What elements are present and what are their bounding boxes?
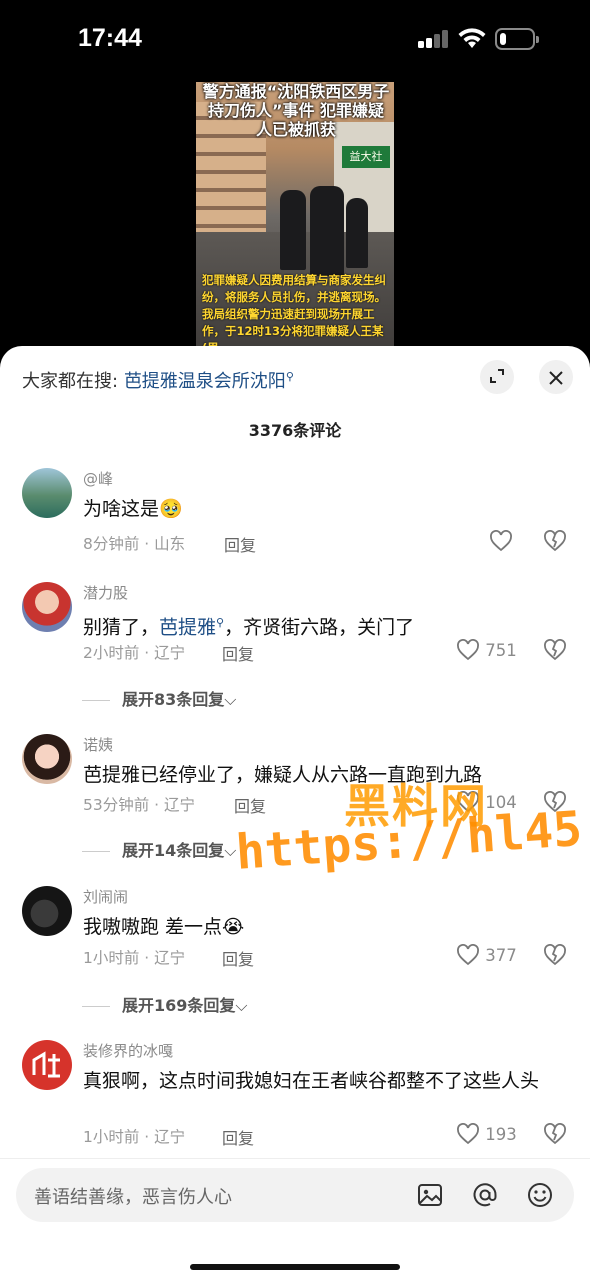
- heart-icon: [457, 639, 479, 661]
- comment-text: 真狠啊，这点时间我媳妇在王者峡谷都整不了这些人头: [83, 1070, 540, 1092]
- comment-meta: 1小时前 · 辽宁: [83, 1128, 186, 1146]
- dislike-button[interactable]: [543, 944, 567, 970]
- heart-icon: [457, 944, 479, 966]
- video-person: [310, 186, 344, 276]
- comment-sheet: 大家都在搜: 芭提雅温泉会所沈阳⚲ 3376条评论 @峰 为啥这是🥹 8分钟前 …: [0, 346, 590, 1280]
- video-subtitle: 犯罪嫌疑人因费用结算与商家发生纠纷，将服务人员扎伤，并逃离现场。我局组织警力迅速…: [202, 273, 386, 350]
- broken-heart-icon: [544, 944, 566, 966]
- video-caption: 警方通报“沈阳铁西区男子持刀伤人”事件 犯罪嫌疑人已被抓获: [202, 82, 390, 139]
- emoji: 🥹: [159, 498, 183, 520]
- comment-text-body: 别猜了，: [83, 616, 160, 639]
- expand-replies-button[interactable]: 展开83条回复⌵: [82, 686, 236, 710]
- trending-search-keyword[interactable]: 芭提雅温泉会所沈阳: [124, 371, 286, 392]
- like-count: 193: [485, 1125, 517, 1144]
- divider: [0, 1158, 590, 1159]
- dislike-button[interactable]: [543, 1123, 567, 1149]
- comment-input[interactable]: 善语结善缘，恶言伤人心: [16, 1168, 574, 1222]
- expand-replies-button[interactable]: 展开14条回复⌵: [82, 837, 236, 861]
- like-count: 104: [485, 793, 517, 812]
- video-player[interactable]: 益大社 警方通报“沈阳铁西区男子持刀伤人”事件 犯罪嫌疑人已被抓获 犯罪嫌疑人因…: [196, 82, 394, 350]
- battery-icon: [495, 28, 539, 50]
- comment-count: 3376条评论: [248, 421, 342, 440]
- chevron-down-icon: ⌵: [224, 690, 237, 709]
- comment-username[interactable]: @峰: [83, 468, 113, 489]
- expand-replies-label: 展开14条回复: [122, 841, 225, 860]
- comment-meta: 2小时前 · 辽宁: [83, 644, 186, 662]
- close-button[interactable]: [539, 360, 573, 394]
- video-person: [280, 190, 306, 270]
- like-count: 377: [485, 946, 517, 965]
- home-indicator[interactable]: [190, 1264, 400, 1270]
- search-icon: ⚲: [285, 370, 294, 383]
- avatar[interactable]: [22, 582, 72, 632]
- dislike-button[interactable]: [543, 791, 567, 817]
- wifi-icon: [458, 28, 486, 48]
- battery-level: [500, 33, 506, 45]
- reply-button[interactable]: 回复: [222, 641, 254, 665]
- comment-meta: 1小时前 · 辽宁: [83, 949, 186, 967]
- chevron-down-icon: ⌵: [235, 996, 248, 1015]
- reply-button[interactable]: 回复: [224, 532, 256, 556]
- broken-heart-icon: [544, 530, 566, 552]
- search-icon: ⚲: [216, 616, 225, 629]
- close-icon: [549, 371, 563, 385]
- heart-icon: [457, 1123, 479, 1145]
- like-button[interactable]: 104: [456, 791, 517, 813]
- comment-text-body: ，齐贤街六路，关门了: [224, 616, 415, 639]
- avatar[interactable]: [22, 468, 72, 518]
- mention-icon[interactable]: [471, 1181, 499, 1209]
- reply-button[interactable]: 回复: [222, 1125, 254, 1149]
- broken-heart-icon: [544, 1123, 566, 1145]
- comment-meta: 53分钟前 · 辽宁: [83, 796, 196, 814]
- dislike-button[interactable]: [543, 530, 567, 556]
- comment-keyword-link[interactable]: 芭提雅: [159, 616, 216, 638]
- chevron-down-icon: ⌵: [224, 841, 237, 860]
- comment-username[interactable]: 刘闹闹: [83, 886, 128, 907]
- image-icon[interactable]: [416, 1181, 444, 1209]
- comment-meta: 8分钟前 · 山东: [83, 535, 186, 553]
- avatar[interactable]: [22, 1040, 72, 1090]
- like-button[interactable]: 193: [456, 1123, 517, 1145]
- emoji: 😭: [222, 916, 245, 938]
- trending-search-label: 大家都在搜:: [22, 371, 119, 392]
- expand-icon: [490, 369, 504, 383]
- reply-button[interactable]: 回复: [234, 793, 266, 817]
- expand-replies-label: 展开83条回复: [122, 690, 225, 709]
- video-person: [346, 198, 368, 268]
- comment-text: 芭提雅已经停业了，嫌疑人从六路一直跑到九路: [83, 764, 483, 786]
- broken-heart-icon: [544, 791, 566, 813]
- comment-username[interactable]: 诺姨: [83, 734, 113, 755]
- avatar[interactable]: [22, 886, 72, 936]
- status-bar: 17:44: [0, 0, 590, 80]
- like-button[interactable]: 751: [456, 639, 517, 661]
- video-shop-sign: 益大社: [342, 146, 390, 168]
- comment-text-body: 为啥这是: [83, 498, 160, 520]
- expand-replies-label: 展开169条回复: [122, 996, 236, 1015]
- comment-username[interactable]: 装修界的冰嘎: [83, 1040, 173, 1061]
- heart-icon: [457, 791, 479, 813]
- like-button[interactable]: 377: [456, 944, 517, 966]
- heart-icon: [490, 530, 512, 552]
- status-time: 17:44: [78, 24, 142, 52]
- avatar[interactable]: [22, 734, 72, 784]
- comment-input-placeholder: 善语结善缘，恶言伤人心: [34, 1187, 232, 1208]
- expand-sheet-button[interactable]: [480, 360, 514, 394]
- comment-text: 为啥这是🥹: [83, 495, 563, 523]
- trending-search[interactable]: 大家都在搜: 芭提雅温泉会所沈阳⚲: [22, 367, 294, 393]
- comment-username[interactable]: 潜力股: [83, 582, 128, 603]
- signal-icon: [418, 30, 450, 48]
- broken-heart-icon: [544, 639, 566, 661]
- dislike-button[interactable]: [543, 639, 567, 665]
- expand-replies-button[interactable]: 展开169条回复⌵: [82, 992, 248, 1016]
- like-count: 751: [485, 641, 517, 660]
- comment-text: 别猜了，芭提雅⚲，齐贤街六路，关门了: [83, 609, 563, 641]
- reply-button[interactable]: 回复: [222, 946, 254, 970]
- like-button[interactable]: [489, 530, 513, 552]
- comment-text: 我嗷嗷跑 差一点😭: [83, 913, 563, 941]
- emoji-icon[interactable]: [526, 1181, 554, 1209]
- comment-text-body: 我嗷嗷跑 差一点: [83, 916, 223, 938]
- logo-icon: [32, 1051, 60, 1078]
